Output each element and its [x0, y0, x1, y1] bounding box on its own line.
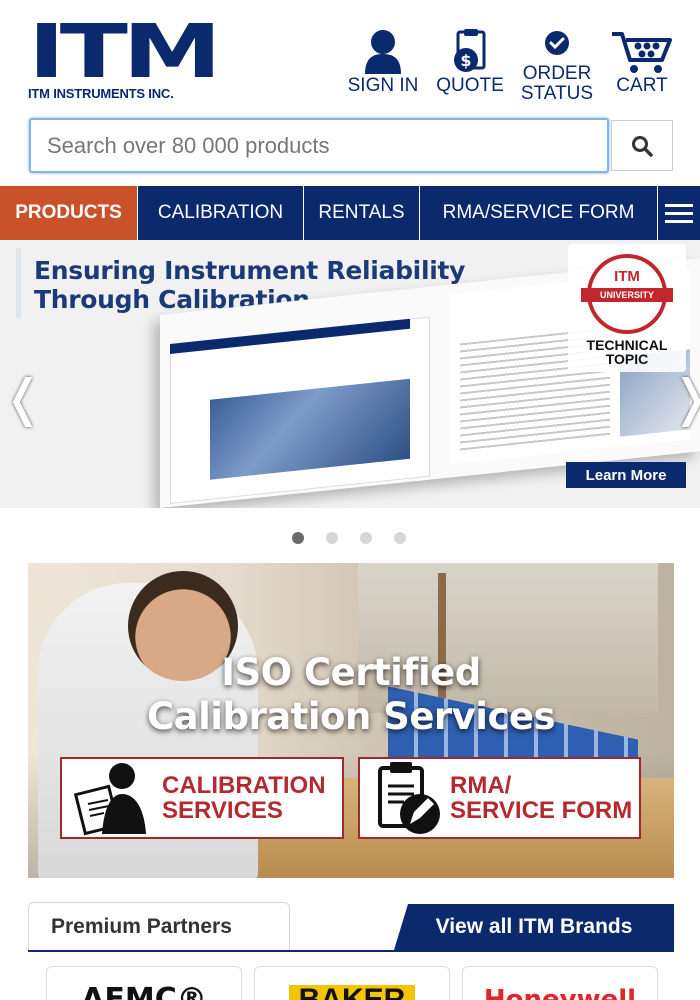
- search-input[interactable]: [29, 118, 609, 173]
- carousel-dot[interactable]: [360, 532, 372, 544]
- hamburger-icon[interactable]: [658, 186, 700, 240]
- logo-mark: ITM: [28, 9, 222, 95]
- premium-partners-section: Premium Partners View all ITM Brands AEM…: [28, 902, 674, 1000]
- calibration-services-line1: CALIBRATION: [162, 772, 326, 799]
- nav-products[interactable]: PRODUCTS: [0, 186, 138, 240]
- check-circle-icon: [545, 31, 569, 55]
- quote-label: QUOTE: [436, 75, 504, 96]
- sign-in-label: SIGN IN: [347, 75, 419, 96]
- brand-card-aemc[interactable]: AEMC®: [46, 966, 242, 1000]
- sign-in-link[interactable]: SIGN IN: [344, 28, 422, 108]
- carousel-dot[interactable]: [292, 532, 304, 544]
- premium-partners-tab[interactable]: Premium Partners: [28, 902, 290, 950]
- hamburger-bar: [665, 203, 693, 207]
- rma-service-form-label: RMA/ SERVICE FORM: [450, 773, 632, 823]
- brand-card-honeywell[interactable]: Honeywell: [462, 966, 658, 1000]
- view-all-brands-link[interactable]: View all ITM Brands: [394, 904, 674, 950]
- technical-topic-line2: TOPIC: [605, 351, 649, 367]
- order-status-link[interactable]: ORDER STATUS: [520, 30, 594, 110]
- cart-icon: [612, 32, 672, 73]
- itm-logo[interactable]: ITM ITM INSTRUMENTS INC.: [28, 15, 222, 102]
- brand-card-baker[interactable]: BAKER: [254, 966, 450, 1000]
- user-icon: [365, 30, 401, 74]
- calibration-services-line2: SERVICES: [162, 797, 283, 824]
- promo-title: ISO Certified Calibration Services: [28, 651, 674, 739]
- rma-line1: RMA/: [450, 772, 512, 799]
- chevron-left-icon[interactable]: ❬: [2, 368, 44, 428]
- nav-rma-service-form[interactable]: RMA/SERVICE FORM: [420, 186, 658, 240]
- search-button[interactable]: [611, 120, 673, 171]
- search-icon: [632, 135, 653, 157]
- chevron-right-icon[interactable]: ❭: [670, 368, 700, 428]
- technical-topic-line1: TECHNICAL: [586, 337, 668, 353]
- learn-more-button[interactable]: Learn More: [566, 462, 686, 488]
- quote-link[interactable]: $ QUOTE: [434, 28, 506, 108]
- cart-label: CART: [616, 75, 668, 96]
- hamburger-bar: [665, 219, 693, 223]
- nav-calibration[interactable]: CALIBRATION: [138, 186, 304, 240]
- university-ribbon: UNIVERSITY: [581, 288, 673, 302]
- brand-logo-baker: BAKER: [288, 985, 416, 1000]
- logo-company-name: ITM INSTRUMENTS INC.: [28, 86, 174, 101]
- quote-clipboard-icon: $: [454, 29, 486, 72]
- svg-text:$: $: [460, 51, 471, 70]
- university-seal: ITM UNIVERSITY: [581, 254, 673, 334]
- itm-university-badge: ITM UNIVERSITY TECHNICAL TOPIC: [568, 244, 686, 372]
- iso-calibration-promo: ISO Certified Calibration Services CALIB…: [28, 563, 674, 878]
- brand-logo-honeywell: Honeywell: [483, 985, 637, 1000]
- main-nav: PRODUCTS CALIBRATION RENTALS RMA/SERVICE…: [0, 186, 700, 240]
- title-accent-bar: [16, 248, 21, 318]
- order-label-line1: ORDER: [522, 63, 592, 84]
- nav-rentals[interactable]: RENTALS: [304, 186, 420, 240]
- rma-service-form-button[interactable]: RMA/ SERVICE FORM: [358, 757, 641, 839]
- site-header: ITM ITM INSTRUMENTS INC. SIGN IN $ QUOTE: [0, 0, 700, 112]
- cart-link[interactable]: CART: [606, 28, 678, 108]
- university-seal-mark: ITM: [614, 268, 640, 285]
- promo-title-line2: Calibration Services: [146, 695, 556, 738]
- search-bar: [29, 118, 673, 173]
- certificate-technician-icon: [74, 763, 146, 836]
- carousel-dot[interactable]: [326, 532, 338, 544]
- banner-title-line1: Ensuring Instrument Reliability: [34, 256, 466, 285]
- carousel-dot[interactable]: [394, 532, 406, 544]
- hero-carousel[interactable]: Ensuring Instrument Reliability Through …: [0, 240, 700, 508]
- promo-title-line1: ISO Certified: [221, 651, 481, 694]
- calibration-services-label: CALIBRATION SERVICES: [162, 773, 326, 823]
- carousel-dots: [292, 532, 412, 546]
- brand-logo-aemc: AEMC®: [81, 982, 207, 1000]
- calibration-services-button[interactable]: CALIBRATION SERVICES: [60, 757, 344, 839]
- hamburger-bar: [665, 211, 693, 215]
- partners-divider: [28, 950, 674, 952]
- page: ITM ITM INSTRUMENTS INC. SIGN IN $ QUOTE: [0, 0, 700, 1000]
- order-label-line2: STATUS: [520, 83, 594, 104]
- clipboard-pencil-icon: [378, 762, 440, 834]
- rma-line2: SERVICE FORM: [450, 797, 633, 824]
